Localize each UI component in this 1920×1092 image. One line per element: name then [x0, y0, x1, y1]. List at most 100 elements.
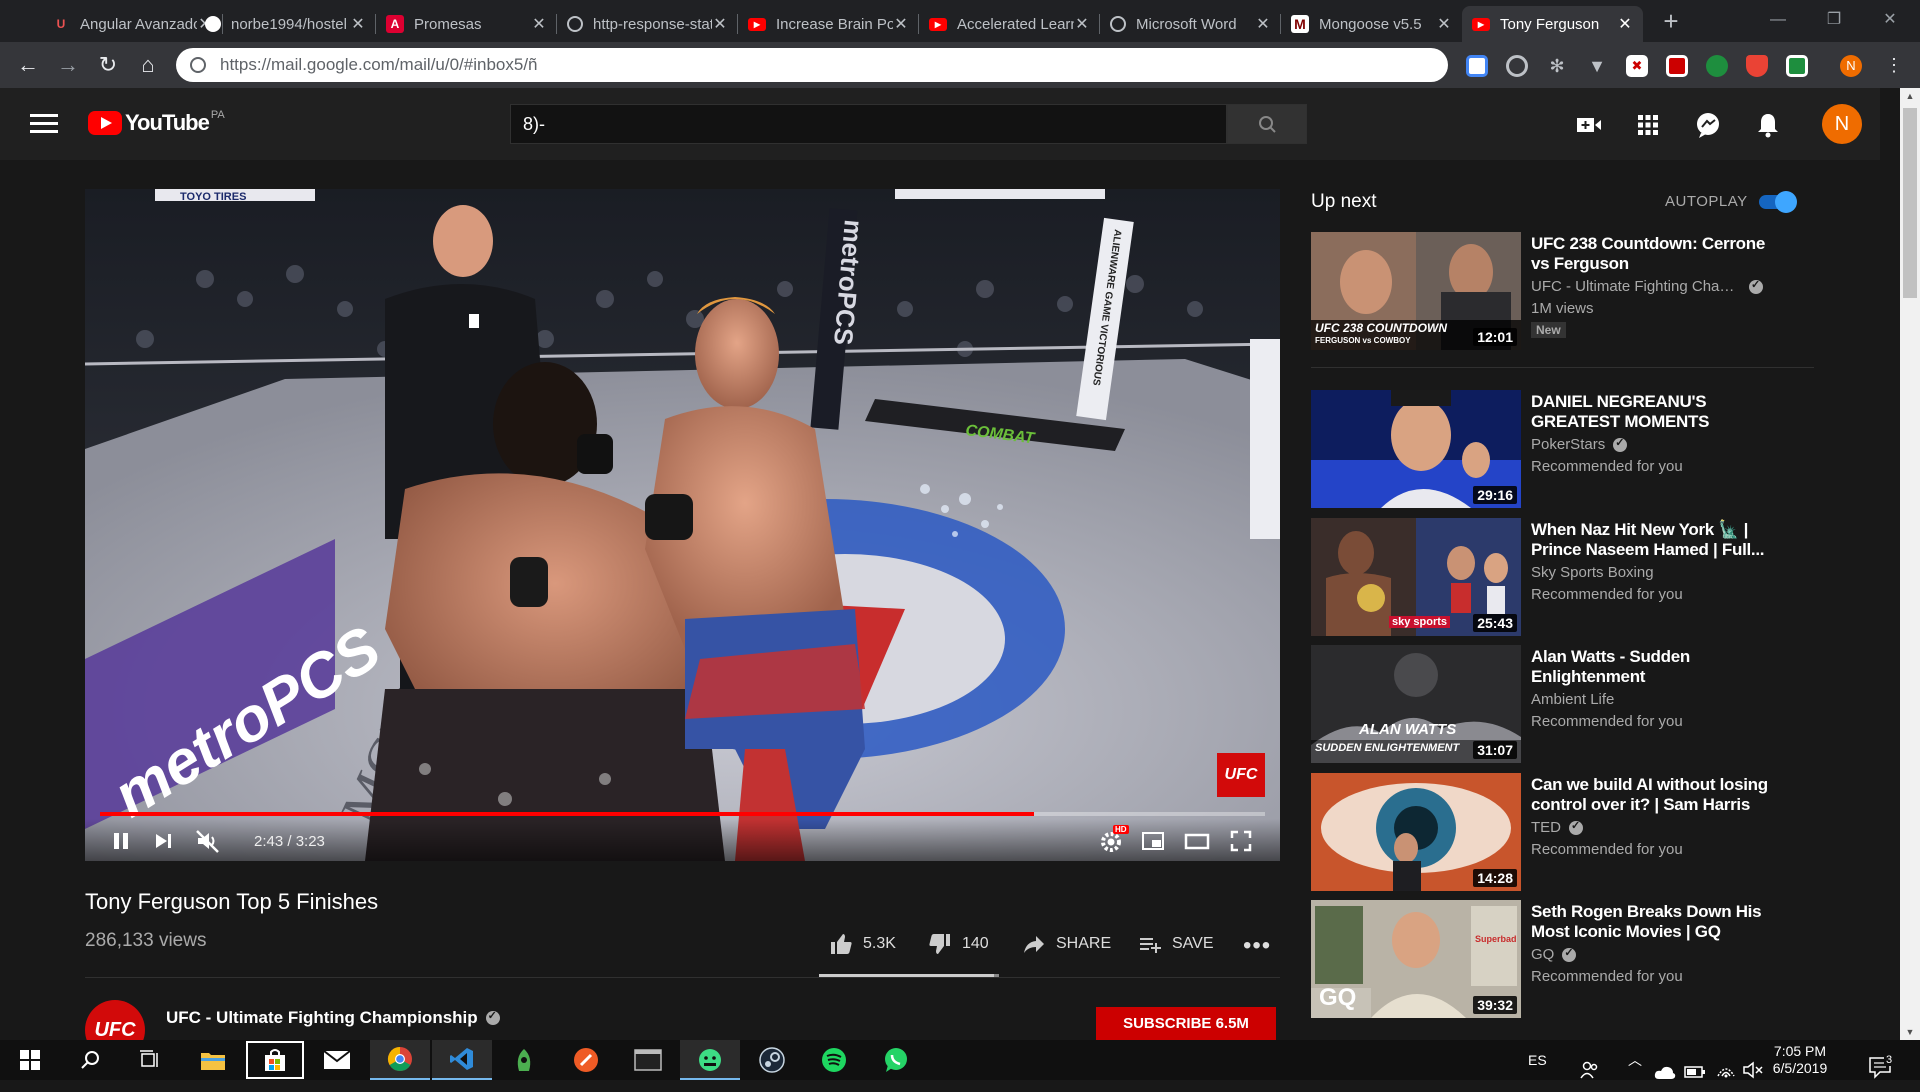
page-scrollbar[interactable]: ▲ ▼	[1900, 88, 1920, 1040]
more-actions-icon[interactable]: •••	[1243, 932, 1271, 960]
muted-volume-icon[interactable]	[194, 827, 222, 855]
video-thumbnail[interactable]: ALAN WATTS SUDDEN ENLIGHTENMENT 31:07	[1311, 645, 1521, 763]
save-button[interactable]: SAVE	[1138, 932, 1214, 956]
browser-tab[interactable]: Microsoft Word ✕	[1100, 6, 1281, 42]
fullscreen-icon[interactable]	[1227, 827, 1255, 855]
extension-icon[interactable]	[1746, 55, 1768, 77]
pause-icon[interactable]	[107, 827, 135, 855]
chrome-button[interactable]	[370, 1040, 430, 1080]
forward-arrow-icon[interactable]: →	[52, 49, 84, 81]
start-button[interactable]	[0, 1040, 60, 1080]
store-button[interactable]	[245, 1040, 305, 1080]
video-thumbnail[interactable]: UFC 238 COUNTDOWN FERGUSON vs COWBOY 12:…	[1311, 232, 1521, 350]
wifi-icon[interactable]	[1716, 1050, 1736, 1090]
browser-tab[interactable]: ▶ Accelerated Learning ✕	[919, 6, 1100, 42]
account-avatar[interactable]: N	[1822, 104, 1862, 144]
search-input[interactable]: 8)-	[510, 104, 1227, 144]
scroll-up-icon[interactable]: ▲	[1900, 88, 1920, 104]
notifications-bell-icon[interactable]	[1753, 110, 1783, 140]
back-arrow-icon[interactable]: ←	[12, 49, 44, 81]
progress-bar[interactable]	[100, 812, 1265, 816]
task-view-button[interactable]	[120, 1040, 180, 1080]
close-tab-icon[interactable]: ✕	[1255, 14, 1271, 34]
channel-line[interactable]: UFC - Ultimate Fighting Championship	[1531, 278, 1771, 295]
channel-line[interactable]: TED	[1531, 819, 1771, 836]
apps-grid-icon[interactable]	[1633, 110, 1663, 140]
extension-icon[interactable]	[1666, 55, 1688, 77]
channel-line[interactable]: GQ	[1531, 946, 1771, 963]
create-video-icon[interactable]	[1574, 110, 1604, 140]
recommended-video[interactable]: UFC 238 COUNTDOWN FERGUSON vs COWBOY 12:…	[1311, 232, 1814, 350]
hamburger-menu-icon[interactable]	[30, 114, 58, 134]
close-tab-icon[interactable]: ✕	[350, 14, 366, 34]
onedrive-cloud-icon[interactable]	[1654, 1052, 1676, 1092]
extension-icon[interactable]	[1786, 55, 1808, 77]
subscribe-button[interactable]: SUBSCRIBE 6.5M	[1096, 1007, 1276, 1040]
channel-name[interactable]: UFC - Ultimate Fighting Championship	[166, 1008, 500, 1028]
browser-tab[interactable]: http-response-status ✕	[557, 6, 738, 42]
vscode-button[interactable]	[432, 1040, 492, 1080]
recommended-video[interactable]: 14:28 Can we build AI without losing con…	[1311, 773, 1814, 891]
extension-icon[interactable]	[1706, 55, 1728, 77]
miniplayer-icon[interactable]	[1139, 827, 1167, 855]
search-button[interactable]	[1227, 104, 1307, 144]
channel-line[interactable]: PokerStars	[1531, 436, 1771, 453]
search-taskbar-button[interactable]	[60, 1040, 120, 1080]
spotify-button[interactable]	[804, 1040, 864, 1080]
extension-icon[interactable]	[1466, 55, 1488, 77]
close-tab-icon[interactable]: ✕	[1074, 14, 1090, 34]
minimize-icon[interactable]: —	[1750, 0, 1806, 40]
video-title[interactable]: Can we build AI without losing control o…	[1531, 775, 1776, 815]
address-bar[interactable]: https://mail.google.com/mail/u/0/#inbox5…	[176, 48, 1448, 82]
dislike-button[interactable]: 140	[928, 932, 989, 956]
recommended-video[interactable]: sky sports 25:43 When Naz Hit New York 🗽…	[1311, 518, 1814, 636]
language-indicator[interactable]: ES	[1528, 1040, 1547, 1080]
recommended-video[interactable]: GQ Superbad 39:32 Seth Rogen Breaks Down…	[1311, 900, 1814, 1018]
system-clock[interactable]: 7:05 PM 6/5/2019	[1755, 1043, 1845, 1077]
home-icon[interactable]: ⌂	[132, 49, 164, 81]
video-thumbnail[interactable]: sky sports 25:43	[1311, 518, 1521, 636]
scrollbar-thumb[interactable]	[1903, 108, 1917, 298]
browser-tab-active[interactable]: ▶ Tony Ferguson ✕	[1462, 6, 1643, 42]
video-player[interactable]: TOYO TIRES metroPCS MGM GRAND metroPCS A…	[85, 189, 1280, 861]
youtube-logo[interactable]: YouTube PA	[88, 109, 225, 136]
close-tab-icon[interactable]: ✕	[893, 14, 909, 34]
extension-icon[interactable]: ▼	[1586, 55, 1608, 77]
close-tab-icon[interactable]: ✕	[531, 14, 547, 34]
new-tab-button[interactable]: +	[1655, 6, 1687, 38]
scroll-down-icon[interactable]: ▼	[1900, 1024, 1920, 1040]
recommended-video[interactable]: 29:16 DANIEL NEGREANU'S GREATEST MOMENTS…	[1311, 390, 1814, 508]
terminal-button[interactable]	[618, 1040, 678, 1080]
messages-icon[interactable]	[1693, 110, 1723, 140]
battery-icon[interactable]	[1684, 1052, 1706, 1092]
extension-icon[interactable]: ✻	[1546, 55, 1568, 77]
profile-avatar[interactable]: N	[1840, 55, 1862, 77]
show-hidden-icons-chevron-icon[interactable]: ︿	[1628, 1040, 1642, 1080]
maximize-icon[interactable]: ❐	[1806, 0, 1862, 40]
video-thumbnail[interactable]: 29:16	[1311, 390, 1521, 508]
video-title[interactable]: DANIEL NEGREANU'S GREATEST MOMENTS	[1531, 392, 1776, 432]
android-studio-button[interactable]	[680, 1040, 740, 1080]
browser-tab[interactable]: norbe1994/hostel ✕	[195, 6, 376, 42]
video-title[interactable]: UFC 238 Countdown: Cerrone vs Ferguson	[1531, 234, 1776, 274]
video-thumbnail[interactable]: GQ Superbad 39:32	[1311, 900, 1521, 1018]
next-video-icon[interactable]	[149, 827, 177, 855]
like-button[interactable]: 5.3K	[829, 932, 896, 956]
autoplay-toggle[interactable]	[1759, 191, 1797, 213]
share-button[interactable]: SHARE	[1022, 932, 1111, 956]
video-title[interactable]: When Naz Hit New York 🗽 | Prince Naseem …	[1531, 520, 1776, 560]
whatsapp-button[interactable]	[866, 1040, 926, 1080]
reload-icon[interactable]: ↻	[92, 49, 124, 81]
recommended-video[interactable]: ALAN WATTS SUDDEN ENLIGHTENMENT 31:07 Al…	[1311, 645, 1814, 763]
video-title[interactable]: Seth Rogen Breaks Down His Most Iconic M…	[1531, 902, 1776, 942]
browser-tab[interactable]: ▶ Increase Brain Power ✕	[738, 6, 919, 42]
close-tab-icon[interactable]: ✕	[712, 14, 728, 34]
extension-icon[interactable]	[1506, 55, 1528, 77]
theater-mode-icon[interactable]	[1183, 827, 1211, 855]
browser-tab[interactable]: A Promesas ✕	[376, 6, 557, 42]
extension-icon[interactable]: ✖	[1626, 55, 1648, 77]
robomongo-button[interactable]	[494, 1040, 554, 1080]
browser-tab[interactable]: M Mongoose v5.5 ✕	[1281, 6, 1462, 42]
file-explorer-button[interactable]	[183, 1040, 243, 1080]
video-title[interactable]: Alan Watts - Sudden Enlightenment	[1531, 647, 1776, 687]
